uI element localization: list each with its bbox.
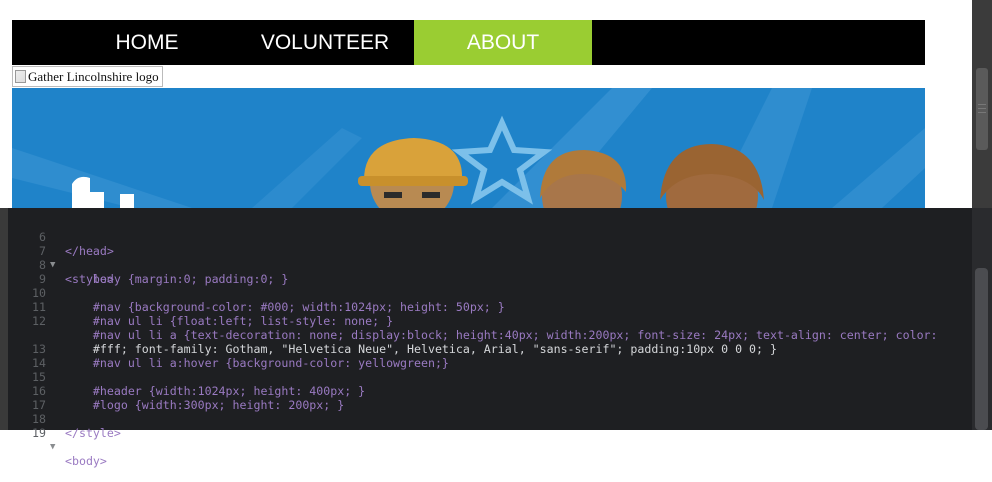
preview-scrollbar-thumb[interactable] <box>976 68 988 150</box>
code-line: 9 <box>8 258 972 286</box>
code-line: 10 #nav {background-color: #000; width:1… <box>8 272 972 314</box>
code-line: 14 <box>8 342 972 370</box>
nav-volunteer-link[interactable]: VOLUNTEER <box>236 20 414 65</box>
code-editor[interactable]: 6 </head> 7 ▼ <style> 8 body {margin:0; … <box>8 208 972 468</box>
code-line: 18 </style> <box>8 398 972 440</box>
live-preview-pane: HOME VOLUNTEER ABOUT Gather Lincolnshire… <box>0 0 972 208</box>
code-line: 11 #nav ul li {float:left; list-style: n… <box>8 286 972 328</box>
fold-arrow-icon[interactable]: ▼ <box>50 440 55 454</box>
nav-about-link[interactable]: ABOUT <box>414 20 592 65</box>
header-banner-art <box>12 88 925 208</box>
code-line: 17 <box>8 384 972 412</box>
code-line: 16 #logo {width:300px; height: 200px; } <box>8 370 972 412</box>
code-line: 12 #nav ul li a {text-decoration: none; … <box>8 300 972 342</box>
code-line: 8 body {margin:0; padding:0; } <box>8 244 972 286</box>
nav-home-link[interactable]: HOME <box>58 20 236 65</box>
broken-image-icon <box>15 70 26 83</box>
header-banner-image <box>12 88 925 208</box>
editor-scrollbar-thumb[interactable] <box>975 268 988 430</box>
code-line: #fff; font-family: Gotham, "Helvetica Ne… <box>8 314 972 356</box>
logo-image-broken[interactable]: Gather Lincolnshire logo <box>12 66 163 87</box>
code-line: 6 </head> <box>8 216 972 258</box>
code-text[interactable]: </style> <box>65 426 121 440</box>
site-navbar: HOME VOLUNTEER ABOUT <box>12 20 925 65</box>
logo-alt-text: Gather Lincolnshire logo <box>28 68 159 84</box>
code-text[interactable]: <body> <box>65 454 107 468</box>
code-line: 15 #header {width:1024px; height: 400px;… <box>8 356 972 398</box>
code-line: 13 #nav ul li a:hover {background-color:… <box>8 328 972 370</box>
line-number: 19 <box>32 426 46 440</box>
code-line: 19 ▼ <body> <box>8 412 972 468</box>
code-line: 7 ▼ <style> <box>8 230 972 286</box>
